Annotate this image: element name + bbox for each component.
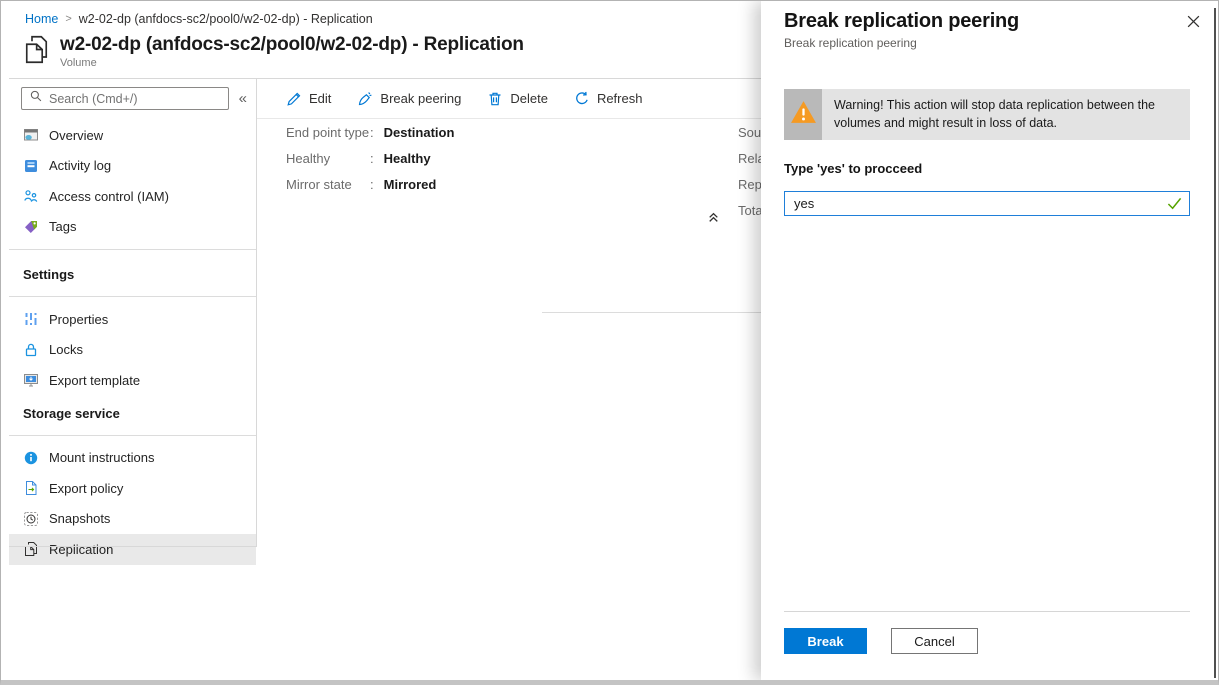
- sidebar-item-label: Snapshots: [49, 511, 111, 527]
- sidebar-item-snapshots[interactable]: Snapshots: [9, 504, 256, 535]
- sidebar-item-label: Overview: [49, 127, 104, 143]
- tags-icon: [23, 219, 39, 235]
- sidebar-item-access-control[interactable]: Access control (IAM): [9, 181, 256, 212]
- sidebar-item-label: Mount instructions: [49, 450, 155, 466]
- detail-value: Healthy: [383, 150, 431, 166]
- break-replication-panel: Break replication peering Break replicat…: [761, 1, 1218, 680]
- detail-colon: :: [370, 176, 374, 192]
- sidebar-collapse-button[interactable]: «: [234, 90, 252, 107]
- detail-label: End point type: [286, 124, 370, 140]
- activity-log-icon: [23, 158, 39, 174]
- collapse-details-icon[interactable]: [707, 211, 720, 224]
- snapshots-icon: [23, 511, 39, 527]
- sidebar-item-export-policy[interactable]: Export policy: [9, 473, 256, 504]
- sidebar-group-settings: Settings: [23, 267, 75, 282]
- cancel-button[interactable]: Cancel: [891, 628, 978, 654]
- toolbar-item-label: Break peering: [380, 91, 462, 106]
- confirm-input-wrapper: [784, 191, 1190, 216]
- warning-banner: Warning! This action will stop data repl…: [784, 89, 1190, 140]
- properties-icon: [23, 311, 39, 327]
- refresh-icon: [574, 91, 590, 107]
- search-input[interactable]: [49, 91, 221, 106]
- detail-value: Mirrored: [383, 176, 437, 192]
- sidebar-divider: [9, 296, 256, 297]
- sidebar-item-overview[interactable]: Overview: [9, 120, 256, 151]
- access-control-icon: [23, 188, 39, 204]
- sidebar-item-locks[interactable]: Locks: [9, 335, 256, 366]
- breadcrumb-separator: >: [65, 13, 72, 25]
- sidebar-item-properties[interactable]: Properties: [9, 304, 256, 335]
- panel-subtitle: Break replication peering: [784, 36, 917, 50]
- sidebar-item-export-template[interactable]: Export template: [9, 365, 256, 396]
- break-peering-button[interactable]: Break peering: [357, 91, 461, 107]
- sidebar-item-activity-log[interactable]: Activity log: [9, 151, 256, 182]
- panel-scrollbar[interactable]: [1214, 8, 1216, 678]
- edit-icon: [286, 91, 302, 107]
- toolbar-item-label: Delete: [510, 91, 548, 106]
- export-template-icon: [23, 372, 39, 388]
- sidebar-item-label: Export policy: [49, 480, 124, 496]
- sidebar-bottom-divider: [9, 546, 257, 547]
- detail-row-endpoint-type: End point type : Destination: [286, 119, 761, 145]
- edit-button[interactable]: Edit: [286, 91, 331, 107]
- lock-icon: [23, 342, 39, 358]
- detail-colon: :: [370, 150, 374, 166]
- detail-row-healthy: Healthy : Healthy: [286, 145, 761, 171]
- panel-footer-divider: [784, 611, 1190, 612]
- warning-triangle-icon: [790, 100, 817, 129]
- warning-stripe: [784, 89, 822, 140]
- delete-icon: [487, 91, 503, 107]
- toolbar-item-label: Refresh: [596, 91, 643, 106]
- overview-icon: [23, 127, 39, 143]
- confirm-label: Type 'yes' to procceed: [784, 161, 923, 176]
- breadcrumb: Home > w2-02-dp (anfdocs-sc2/pool0/w2-02…: [25, 12, 373, 26]
- page-title: w2-02-dp (anfdocs-sc2/pool0/w2-02-dp) - …: [60, 34, 524, 55]
- detail-label: Healthy: [286, 150, 331, 166]
- delete-button[interactable]: Delete: [487, 91, 548, 107]
- search-icon: [29, 89, 43, 108]
- export-policy-icon: [23, 480, 39, 496]
- main-content: Edit Break peering Delete Refresh End po…: [257, 79, 1014, 546]
- sidebar-item-label: Tags: [49, 219, 77, 235]
- sidebar-divider: [9, 434, 256, 436]
- sidebar-item-tags[interactable]: Tags: [9, 212, 256, 243]
- warning-text: Warning! This action will stop data repl…: [834, 98, 1156, 130]
- break-button[interactable]: Break: [784, 628, 867, 654]
- detail-colon: :: [370, 124, 374, 140]
- sidebar-group-storage-service: Storage service: [23, 405, 120, 421]
- breadcrumb-current: w2-02-dp (anfdocs-sc2/pool0/w2-02-dp) - …: [78, 12, 373, 26]
- panel-title: Break replication peering: [784, 10, 1020, 32]
- page-subtitle: Volume: [60, 56, 97, 69]
- confirm-input[interactable]: [785, 192, 1189, 215]
- info-icon: [23, 450, 39, 466]
- app-window: Home > w2-02-dp (anfdocs-sc2/pool0/w2-02…: [0, 0, 1219, 685]
- sidebar-item-label: Properties: [49, 311, 109, 327]
- sidebar: « Overview Activity log Access control (…: [9, 79, 256, 565]
- refresh-button[interactable]: Refresh: [574, 91, 643, 107]
- sidebar-item-mount-instructions[interactable]: Mount instructions: [9, 443, 256, 474]
- close-icon[interactable]: [1184, 12, 1202, 30]
- replication-details: End point type : Destination Healthy : H…: [257, 119, 765, 218]
- sidebar-item-label: Replication: [49, 541, 114, 557]
- breadcrumb-home-link[interactable]: Home: [25, 12, 58, 26]
- valid-check-icon: [1167, 197, 1182, 210]
- sidebar-item-label: Locks: [49, 342, 83, 358]
- detail-value: Destination: [383, 124, 455, 140]
- sidebar-item-label: Access control (IAM): [49, 188, 169, 204]
- break-peering-icon: [357, 91, 373, 107]
- replication-icon: [23, 541, 39, 557]
- toolbar-item-label: Edit: [309, 91, 332, 106]
- page-header: w2-02-dp (anfdocs-sc2/pool0/w2-02-dp) - …: [23, 34, 524, 70]
- sidebar-item-replication[interactable]: Replication: [9, 534, 256, 565]
- toolbar: Edit Break peering Delete Refresh: [257, 79, 761, 119]
- sidebar-item-label: Export template: [49, 372, 141, 388]
- volume-pages-icon: [23, 34, 50, 70]
- sidebar-divider: [9, 249, 256, 250]
- detail-row-mirror-state: Mirror state : Mirrored: [286, 171, 761, 197]
- detail-label: Mirror state: [286, 176, 352, 192]
- sidebar-search: [21, 87, 229, 110]
- sidebar-item-label: Activity log: [49, 158, 112, 174]
